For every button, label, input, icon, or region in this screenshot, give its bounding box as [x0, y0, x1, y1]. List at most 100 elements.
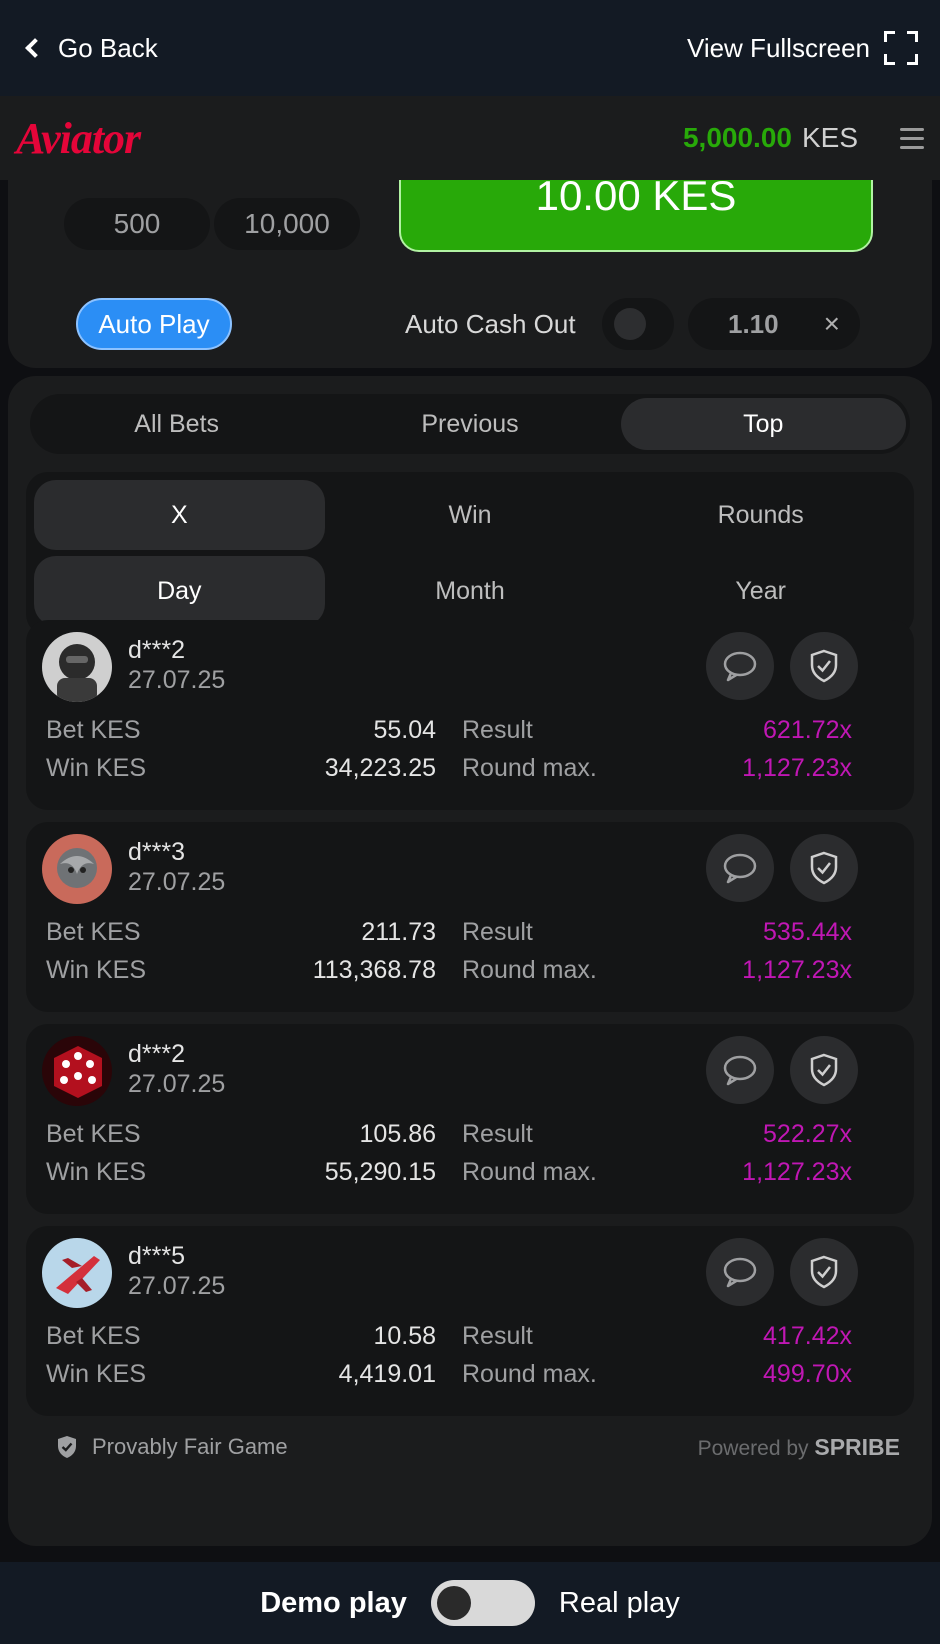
username: d***2: [128, 636, 185, 664]
bet-card: d***5 27.07.25 Bet KES 10.58 Result 417.…: [26, 1226, 914, 1416]
bet-date: 27.07.25: [128, 1272, 226, 1300]
shield-check-icon: [810, 649, 838, 683]
chat-bubble-icon: [723, 651, 757, 682]
round-max-label: Round max.: [462, 754, 597, 782]
real-play-label: Real play: [558, 1586, 680, 1619]
filter-month[interactable]: Month: [325, 556, 616, 626]
view-fullscreen-button[interactable]: View Fullscreen: [687, 31, 918, 65]
provably-fair-button[interactable]: [790, 632, 858, 700]
tab-top[interactable]: Top: [620, 398, 906, 450]
fullscreen-icon: [884, 31, 918, 65]
provably-fair-button[interactable]: [790, 834, 858, 902]
clear-icon[interactable]: ×: [824, 308, 840, 340]
bet-card: d***2 27.07.25 Bet KES 55.04 Result 621.…: [26, 620, 914, 810]
round-max-label: Round max.: [462, 1360, 597, 1388]
auto-play-button[interactable]: Auto Play: [76, 298, 232, 350]
shield-check-icon: [58, 1436, 76, 1458]
result-label: Result: [462, 1322, 533, 1350]
chat-bubble-icon: [723, 1055, 757, 1086]
bets-panel: All Bets Previous Top X Win Rounds Day M…: [8, 376, 932, 1546]
bet-amount: 10.58: [373, 1322, 436, 1350]
round-max-multiplier: 1,127.23x: [742, 1158, 852, 1186]
amount-chip[interactable]: 500: [64, 198, 210, 250]
chat-button[interactable]: [706, 1036, 774, 1104]
bet-card: d***2 27.07.25 Bet KES 105.86 Result 522…: [26, 1024, 914, 1214]
round-max-multiplier: 1,127.23x: [742, 754, 852, 782]
result-label: Result: [462, 716, 533, 744]
auto-cash-out-label: Auto Cash Out: [405, 309, 576, 339]
filter-rounds[interactable]: Rounds: [615, 480, 906, 550]
chat-button[interactable]: [706, 632, 774, 700]
result-multiplier: 522.27x: [763, 1120, 852, 1148]
avatar: [42, 834, 112, 904]
top-bar: Go Back View Fullscreen: [0, 0, 940, 96]
result-multiplier: 535.44x: [763, 918, 852, 946]
tab-previous[interactable]: Previous: [327, 398, 612, 450]
view-fullscreen-label: View Fullscreen: [686, 32, 870, 63]
go-back-label: Go Back: [58, 32, 158, 63]
bet-label: Bet KES: [46, 918, 141, 946]
bet-amount: 211.73: [361, 918, 436, 946]
demo-play-label: Demo play: [260, 1586, 407, 1619]
aviator-logo: Aviator: [16, 113, 141, 163]
win-amount: 113,368.78: [312, 956, 436, 984]
balance-amount: 5,000.00: [682, 122, 792, 153]
powered-by-label: Powered by: [697, 1437, 809, 1460]
username: d***5: [128, 1242, 185, 1270]
win-amount: 34,223.25: [324, 754, 436, 782]
bet-label: Bet KES: [46, 1120, 141, 1148]
auto-cash-out-input[interactable]: 1.10 ×: [688, 298, 860, 350]
bets-tabs: All Bets Previous Top: [30, 394, 910, 454]
chat-button[interactable]: [706, 834, 774, 902]
chat-button[interactable]: [706, 1238, 774, 1306]
result-label: Result: [462, 1120, 533, 1148]
chat-bubble-icon: [723, 853, 757, 884]
win-amount: 4,419.01: [338, 1360, 436, 1388]
spribe-logo: SPRIBE: [814, 1434, 900, 1460]
bet-card: d***3 27.07.25 Bet KES 211.73 Result 535…: [26, 822, 914, 1012]
auto-cash-out-value: 1.10: [728, 308, 779, 339]
win-label: Win KES: [46, 1360, 147, 1388]
win-amount: 55,290.15: [324, 1158, 436, 1186]
provably-fair-label: Provably Fair Game: [92, 1434, 288, 1459]
shield-check-icon: [810, 851, 838, 885]
balance: 5,000.00 KES: [683, 122, 924, 154]
win-label: Win KES: [46, 754, 147, 782]
shield-check-icon: [810, 1053, 838, 1087]
filter-year[interactable]: Year: [615, 556, 906, 626]
username: d***2: [128, 1040, 185, 1068]
bet-amount: 55.04: [373, 716, 436, 744]
chevron-left-icon: [25, 38, 45, 58]
win-label: Win KES: [46, 956, 147, 984]
result-multiplier: 621.72x: [763, 716, 852, 744]
provably-fair-link[interactable]: Provably Fair Game: [56, 1434, 288, 1460]
avatar: [42, 1238, 112, 1308]
filter-day[interactable]: Day: [34, 556, 325, 626]
provably-fair-button[interactable]: [790, 1238, 858, 1306]
shield-check-icon: [810, 1255, 838, 1289]
app-header: Aviator 5,000.00 KES: [0, 96, 940, 180]
amount-chip[interactable]: 10,000: [214, 198, 360, 250]
top-filters: X Win Rounds Day Month Year: [26, 472, 914, 636]
bet-date: 27.07.25: [128, 1070, 226, 1098]
demo-bar: Demo play Real play: [0, 1562, 940, 1644]
chat-bubble-icon: [723, 1257, 757, 1288]
bet-date: 27.07.25: [128, 666, 226, 694]
tab-all-bets[interactable]: All Bets: [34, 398, 319, 450]
result-label: Result: [462, 918, 533, 946]
username: d***3: [128, 838, 185, 866]
menu-icon[interactable]: [900, 127, 924, 149]
bet-label: Bet KES: [46, 716, 141, 744]
balance-currency: KES: [801, 122, 858, 153]
powered-by: Powered by SPRIBE: [698, 1434, 900, 1461]
filter-x[interactable]: X: [34, 480, 325, 550]
round-max-multiplier: 1,127.23x: [742, 956, 852, 984]
win-label: Win KES: [46, 1158, 147, 1186]
go-back-button[interactable]: Go Back: [22, 33, 158, 64]
provably-fair-button[interactable]: [790, 1036, 858, 1104]
bet-date: 27.07.25: [128, 868, 226, 896]
filter-win[interactable]: Win: [325, 480, 616, 550]
auto-cash-out-toggle[interactable]: [602, 298, 674, 350]
avatar: [42, 632, 112, 702]
demo-real-toggle[interactable]: [430, 1580, 535, 1626]
